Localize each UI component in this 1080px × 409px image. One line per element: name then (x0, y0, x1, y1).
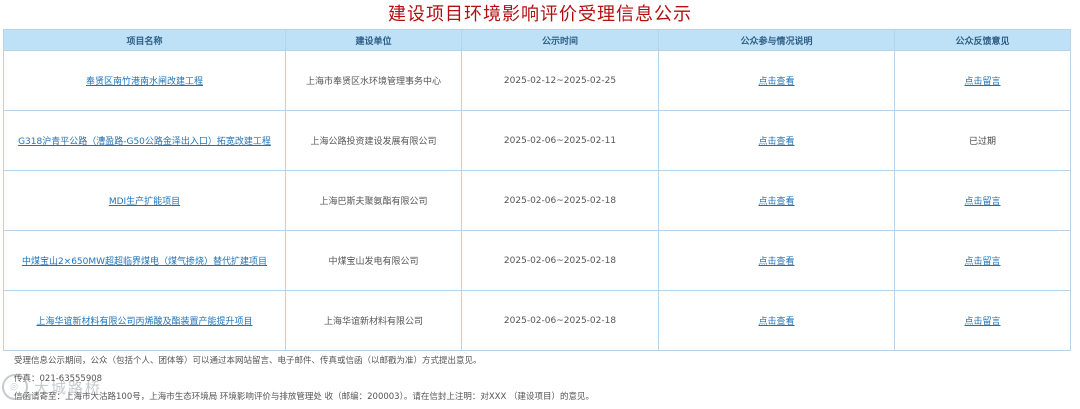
participation-cell: 点击查看 (658, 290, 895, 351)
feedback-cell: 已过期 (894, 110, 1071, 171)
project-link[interactable]: 奉贤区南竹港南水闸改建工程 (86, 77, 203, 87)
watermark-logo-icon: ◎ (2, 374, 28, 400)
participation-cell: 点击查看 (658, 50, 895, 111)
publicity-table: 项目名称 建设单位 公示时间 公众参与情况说明 公众反馈意见 奉贤区南竹港南水闸… (3, 29, 1071, 351)
view-link[interactable]: 点击查看 (758, 197, 794, 207)
view-link[interactable]: 点击查看 (758, 257, 794, 267)
project-link[interactable]: MDI生产扩能项目 (109, 197, 180, 207)
table-row: G318沪青平公路（漕盈路-G50公路金泽出入口）拓宽改建工程 上海公路投资建设… (3, 110, 1071, 171)
table-row: MDI生产扩能项目 上海巴斯夫聚氨酯有限公司 2025-02-06~2025-0… (3, 170, 1071, 231)
feedback-cell: 点击留言 (894, 170, 1071, 231)
unit-cell: 中煤宝山发电有限公司 (285, 230, 462, 291)
col-header-feedback: 公众反馈意见 (894, 29, 1071, 51)
unit-cell: 上海市奉贤区水环境管理事务中心 (285, 50, 462, 111)
comment-link[interactable]: 点击留言 (964, 317, 1000, 327)
col-header-unit: 建设单位 (285, 29, 462, 51)
view-link[interactable]: 点击查看 (758, 137, 794, 147)
expired-label: 已过期 (968, 137, 996, 147)
comment-link[interactable]: 点击留言 (964, 197, 1000, 207)
unit-cell: 上海华谊新材料有限公司 (285, 290, 462, 351)
page-title: 建设项目环境影响评价受理信息公示 (388, 4, 692, 25)
project-link[interactable]: G318沪青平公路（漕盈路-G50公路金泽出入口）拓宽改建工程 (18, 137, 271, 147)
project-link[interactable]: 中煤宝山2×650MW超超临界煤电（煤气掺烧）替代扩建项目 (22, 257, 267, 267)
project-cell: MDI生产扩能项目 (3, 170, 286, 231)
period-cell: 2025-02-12~2025-02-25 (461, 50, 659, 111)
col-header-participation: 公众参与情况说明 (658, 29, 895, 51)
project-link[interactable]: 上海华谊新材料有限公司丙烯酸及酯装置产能提升项目 (36, 317, 252, 327)
project-cell: 中煤宝山2×650MW超超临界煤电（煤气掺烧）替代扩建项目 (3, 230, 286, 291)
participation-cell: 点击查看 (658, 230, 895, 291)
table-header-row: 项目名称 建设单位 公示时间 公众参与情况说明 公众反馈意见 (3, 29, 1071, 51)
period-cell: 2025-02-06~2025-02-18 (461, 230, 659, 291)
watermark: ◎ 大城路桥 (2, 372, 102, 402)
period-cell: 2025-02-06~2025-02-18 (461, 170, 659, 231)
participation-cell: 点击查看 (658, 170, 895, 231)
period-cell: 2025-02-06~2025-02-11 (461, 110, 659, 171)
col-header-project: 项目名称 (3, 29, 286, 51)
table-row: 奉贤区南竹港南水闸改建工程 上海市奉贤区水环境管理事务中心 2025-02-12… (3, 50, 1071, 111)
feedback-cell: 点击留言 (894, 50, 1071, 111)
participation-cell: 点击查看 (658, 110, 895, 171)
table-row: 上海华谊新材料有限公司丙烯酸及酯装置产能提升项目 上海华谊新材料有限公司 202… (3, 290, 1071, 351)
comment-link[interactable]: 点击留言 (964, 77, 1000, 87)
unit-cell: 上海公路投资建设发展有限公司 (285, 110, 462, 171)
notes-line-1: 受理信息公示期间，公众（包括个人、团体等）可以通过本网站留言、电子邮件、传真或信… (14, 356, 482, 366)
period-cell: 2025-02-06~2025-02-18 (461, 290, 659, 351)
col-header-period: 公示时间 (461, 29, 659, 51)
view-link[interactable]: 点击查看 (758, 77, 794, 87)
view-link[interactable]: 点击查看 (758, 317, 794, 327)
project-cell: 上海华谊新材料有限公司丙烯酸及酯装置产能提升项目 (3, 290, 286, 351)
watermark-text: 大城路桥 (34, 378, 103, 397)
table-row: 中煤宝山2×650MW超超临界煤电（煤气掺烧）替代扩建项目 中煤宝山发电有限公司… (3, 230, 1071, 291)
project-cell: G318沪青平公路（漕盈路-G50公路金泽出入口）拓宽改建工程 (3, 110, 286, 171)
comment-link[interactable]: 点击留言 (964, 257, 1000, 267)
feedback-cell: 点击留言 (894, 290, 1071, 351)
unit-cell: 上海巴斯夫聚氨酯有限公司 (285, 170, 462, 231)
feedback-cell: 点击留言 (894, 230, 1071, 291)
project-cell: 奉贤区南竹港南水闸改建工程 (3, 50, 286, 111)
